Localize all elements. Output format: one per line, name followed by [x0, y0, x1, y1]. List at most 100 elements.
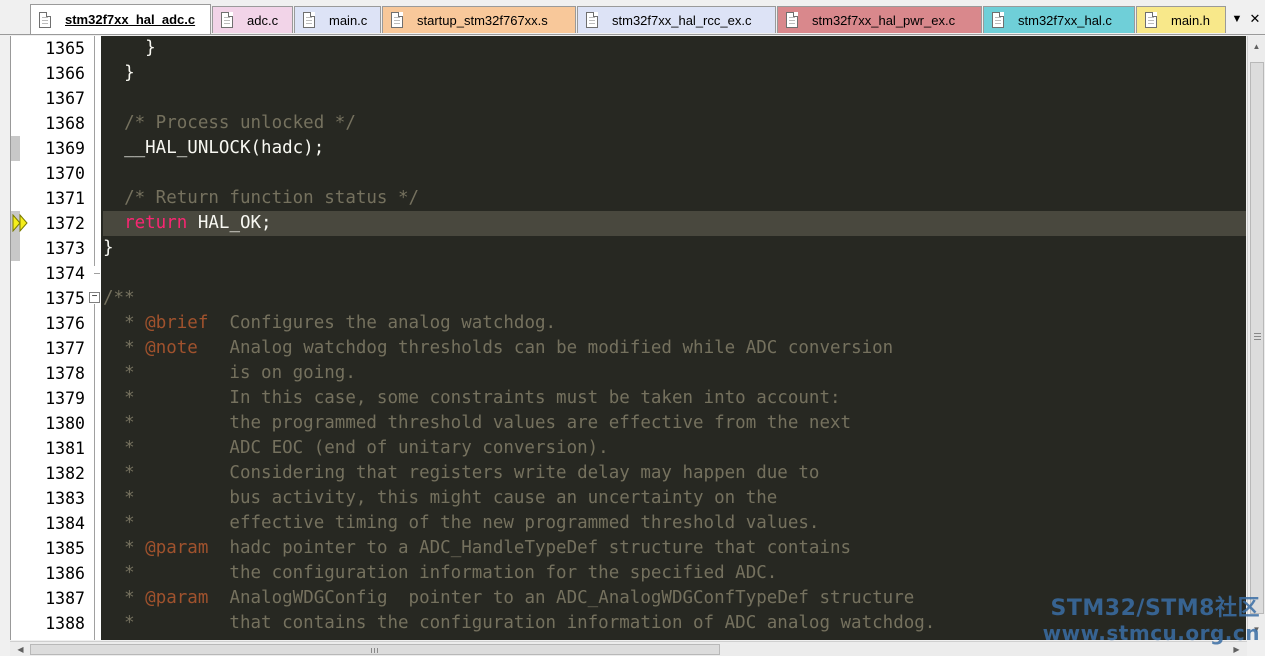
- code-editor[interactable]: 1365 1366 1367 1368 1369 1370 1371 1372 1373 1374…: [10, 36, 1246, 640]
- tab-main-h[interactable]: main.h: [1136, 6, 1226, 33]
- fold-line: [94, 36, 95, 266]
- line-number: 1382: [45, 464, 85, 483]
- line-number: 1367: [45, 89, 85, 108]
- line-number: 1378: [45, 364, 85, 383]
- file-icon: [1145, 12, 1157, 28]
- line-numbers: 1365 1366 1367 1368 1369 1370 1371 1372 1373 1374…: [29, 36, 85, 636]
- code-area[interactable]: } } /* Process unlocked */ __HAL_UNLOCK(…: [103, 36, 1246, 636]
- code-line[interactable]: [103, 86, 1246, 111]
- fold-margin: −: [89, 36, 101, 640]
- line-number: 1373: [45, 239, 85, 258]
- code-token-comment: * Considering that registers write delay…: [103, 463, 820, 483]
- code-line[interactable]: /**: [103, 286, 1246, 311]
- scroll-up-icon[interactable]: ▲: [1248, 38, 1265, 55]
- code-line[interactable]: * bus activity, this might cause an unce…: [103, 486, 1246, 511]
- tab-label: stm32f7xx_hal_rcc_ex.c: [612, 12, 752, 28]
- tab-list-dropdown-icon[interactable]: ▼: [1230, 8, 1244, 30]
- tab-label: main.c: [329, 12, 368, 28]
- code-token-comment: * effective timing of the new programmed…: [103, 513, 820, 533]
- file-tab-bar: stm32f7xx_hal_adc.c adc.c main.c startup_st…: [0, 0, 1265, 35]
- code-token-comment: Configures the analog watchdog.: [208, 313, 557, 333]
- code-token-comment: hadc pointer to a ADC_HandleTypeDef stru…: [208, 538, 852, 558]
- code-token-tag: @param: [145, 588, 209, 608]
- code-line[interactable]: * @param hadc pointer to a ADC_HandleTyp…: [103, 536, 1246, 561]
- close-tab-icon[interactable]: ✕: [1248, 8, 1262, 30]
- line-number: 1385: [45, 539, 85, 558]
- vertical-scroll-thumb[interactable]: [1250, 62, 1264, 614]
- file-icon: [303, 12, 315, 28]
- code-line[interactable]: * Considering that registers write delay…: [103, 461, 1246, 486]
- code-token-comment: /* Return function status */: [103, 188, 420, 208]
- tab-stm32f7xx-hal-rcc-ex-c[interactable]: stm32f7xx_hal_rcc_ex.c: [577, 6, 776, 33]
- code-token-plain: }: [103, 63, 135, 83]
- code-token-comment: *: [103, 538, 146, 558]
- code-line[interactable]: [103, 261, 1246, 286]
- code-line[interactable]: * the programmed threshold values are ef…: [103, 411, 1246, 436]
- code-token-comment: /* Process unlocked */: [103, 113, 356, 133]
- code-line[interactable]: [103, 161, 1246, 186]
- code-line[interactable]: * @note Analog watchdog thresholds can b…: [103, 336, 1246, 361]
- code-line[interactable]: }: [103, 61, 1246, 86]
- site-watermark: STM32/STM8社区 www.stmcu.org.cn: [1030, 596, 1260, 644]
- code-line[interactable]: /* Return function status */: [103, 186, 1246, 211]
- tab-label: adc.c: [247, 12, 279, 28]
- grip-line: [1254, 336, 1261, 337]
- tab-startup-stm32f767xx-s[interactable]: startup_stm32f767xx.s: [382, 6, 576, 33]
- code-token-comment: * bus activity, this might cause an unce…: [103, 488, 778, 508]
- tab-label: stm32f7xx_hal.c: [1018, 12, 1112, 28]
- line-number: 1374: [45, 264, 85, 283]
- tab-stm32f7xx-hal-pwr-ex-c[interactable]: stm32f7xx_hal_pwr_ex.c: [777, 6, 982, 33]
- code-token-comment: * In this case, some constraints must be…: [103, 388, 841, 408]
- line-number: 1383: [45, 489, 85, 508]
- line-number-gutter[interactable]: 1365 1366 1367 1368 1369 1370 1371 1372 1373 1374…: [11, 36, 101, 640]
- breakpoint-marker[interactable]: [11, 136, 20, 161]
- file-icon: [39, 11, 51, 28]
- code-token-comment: * the configuration information for the …: [103, 563, 778, 583]
- code-token-plain: __HAL_UNLOCK(hadc);: [103, 138, 325, 158]
- code-line[interactable]: }: [103, 236, 1246, 261]
- fold-line: [94, 304, 95, 640]
- code-token-tag: @note: [145, 338, 198, 358]
- tab-stm32f7xx-hal-adc-c[interactable]: stm32f7xx_hal_adc.c: [30, 4, 211, 34]
- code-token-tag: @param: [145, 538, 209, 558]
- tab-label: stm32f7xx_hal_adc.c: [65, 12, 196, 27]
- code-token-comment: *: [103, 313, 146, 333]
- code-token-comment: * the programmed threshold values are ef…: [103, 413, 852, 433]
- tab-adc-c[interactable]: adc.c: [212, 6, 293, 33]
- line-number: 1388: [45, 614, 85, 633]
- code-line[interactable]: __HAL_UNLOCK(hadc);: [103, 136, 1246, 161]
- tab-main-c[interactable]: main.c: [294, 6, 381, 33]
- code-token-comment: Analog watchdog thresholds can be modifi…: [197, 338, 894, 358]
- tab-label: main.h: [1171, 12, 1211, 28]
- code-token-comment: *: [103, 588, 146, 608]
- watermark-line-1: STM32/STM8社区: [1050, 596, 1260, 621]
- tab-stm32f7xx-hal-c[interactable]: stm32f7xx_hal.c: [983, 6, 1135, 33]
- vertical-scrollbar[interactable]: ▲ ▼: [1247, 36, 1265, 640]
- code-line[interactable]: * effective timing of the new programmed…: [103, 511, 1246, 536]
- code-token-comment: AnalogWDGConfig pointer to an ADC_Analog…: [208, 588, 915, 608]
- code-line[interactable]: /* Process unlocked */: [103, 111, 1246, 136]
- fold-toggle-icon[interactable]: −: [89, 292, 100, 303]
- line-number: 1380: [45, 414, 85, 433]
- code-token-keyword: return: [124, 213, 188, 233]
- code-token-comment: *: [103, 338, 146, 358]
- code-line[interactable]: * @brief Configures the analog watchdog.: [103, 311, 1246, 336]
- code-line[interactable]: * In this case, some constraints must be…: [103, 386, 1246, 411]
- grip-line: [377, 648, 378, 653]
- code-token-comment: * ADC EOC (end of unitary conversion).: [103, 438, 609, 458]
- grip-line: [1254, 339, 1261, 340]
- scroll-left-icon[interactable]: ◀: [12, 642, 29, 656]
- code-token-plain: }: [103, 38, 156, 58]
- file-icon: [992, 12, 1004, 28]
- tab-label: stm32f7xx_hal_pwr_ex.c: [812, 12, 956, 28]
- horizontal-scroll-thumb[interactable]: [30, 644, 720, 655]
- code-line[interactable]: * the configuration information for the …: [103, 561, 1246, 586]
- code-line[interactable]: * ADC EOC (end of unitary conversion).: [103, 436, 1246, 461]
- file-icon: [391, 12, 403, 28]
- current-code-line[interactable]: return HAL_OK;: [103, 211, 1246, 236]
- code-line[interactable]: * is on going.: [103, 361, 1246, 386]
- code-line[interactable]: }: [103, 36, 1246, 61]
- grip-line: [1254, 333, 1261, 334]
- line-number: 1384: [45, 514, 85, 533]
